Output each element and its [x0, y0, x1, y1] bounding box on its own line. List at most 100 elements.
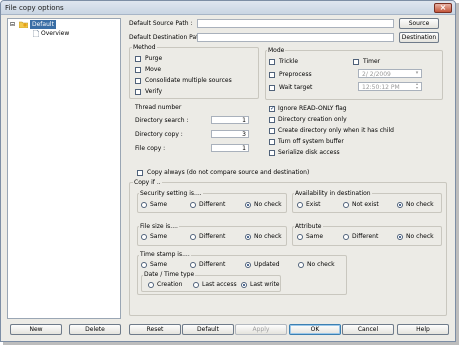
directory-creation-only-checkbox[interactable]: [269, 117, 275, 123]
availability-no-check-label: No check: [406, 201, 434, 208]
preprocess-checkbox[interactable]: [269, 72, 275, 78]
delete-button[interactable]: Delete: [69, 324, 121, 335]
security-different-radio[interactable]: [190, 202, 196, 208]
default-button[interactable]: Default: [182, 324, 234, 335]
file-copy-label: File copy :: [135, 145, 166, 152]
attribute-no-check-label: No check: [406, 233, 434, 240]
security-same-radio[interactable]: [141, 202, 147, 208]
purge-checkbox[interactable]: [135, 56, 141, 62]
security-no-check-label: No check: [254, 201, 282, 208]
timestamp-updated-label: Updated: [254, 261, 280, 268]
serialize-disk-checkbox[interactable]: [269, 150, 275, 156]
source-path-input[interactable]: [197, 19, 394, 28]
move-checkbox[interactable]: [135, 67, 141, 73]
timestamp-updated-radio[interactable]: [245, 262, 251, 268]
file-copy-input[interactable]: 1: [211, 144, 249, 152]
timestamp-same-radio[interactable]: [141, 262, 147, 268]
trickle-label: Trickle: [279, 58, 299, 65]
security-no-check-radio[interactable]: [245, 202, 251, 208]
copy-always-label: Copy always (do not compare source and d…: [147, 169, 310, 176]
title-bar: File copy options ×: [1, 1, 455, 15]
directory-search-input[interactable]: 1: [211, 116, 249, 124]
move-label: Move: [145, 66, 162, 73]
tree-item-overview[interactable]: Overview: [41, 29, 69, 38]
new-button[interactable]: New: [10, 324, 62, 335]
attribute-different-label: Different: [352, 233, 379, 240]
timestamp-no-check-label: No check: [307, 261, 335, 268]
directory-copy-input[interactable]: 3: [211, 130, 249, 138]
verify-checkbox[interactable]: [135, 89, 141, 95]
security-same-label: Same: [150, 201, 168, 208]
availability-not-exist-label: Not exist: [352, 201, 379, 208]
consolidate-label: Consolidate multiple sources: [145, 77, 232, 84]
security-different-label: Different: [199, 201, 226, 208]
timer-label: Timer: [363, 58, 381, 65]
folder-icon: [18, 21, 29, 29]
source-button[interactable]: Source: [399, 18, 439, 29]
window-title: File copy options: [5, 4, 64, 12]
file-size-title: File size is....: [139, 223, 179, 231]
ok-button[interactable]: OK: [289, 324, 341, 335]
ignore-readonly-label: Ignore READ-ONLY flag: [278, 105, 347, 112]
options-tree[interactable]: ⊟ Default Overview: [7, 18, 121, 319]
apply-button[interactable]: Apply: [235, 324, 287, 335]
directory-copy-label: Directory copy :: [135, 131, 183, 138]
calendar-dropdown-icon[interactable]: ▾: [413, 70, 421, 77]
timestamp-different-radio[interactable]: [190, 262, 196, 268]
time-spinner-icon[interactable]: ▴ ▾: [413, 82, 421, 91]
preprocess-label: Preprocess: [279, 71, 312, 78]
directory-creation-only-label: Directory creation only: [278, 116, 347, 123]
datetime-last-access-label: Last access: [202, 281, 237, 288]
datetime-last-access-radio[interactable]: [193, 282, 199, 288]
create-directory-child-checkbox[interactable]: [269, 128, 275, 134]
wait-target-label: Wait target: [279, 84, 313, 91]
tree-expander[interactable]: ⊟: [10, 20, 15, 29]
availability-not-exist-radio[interactable]: [343, 202, 349, 208]
filesize-same-label: Same: [150, 233, 168, 240]
availability-title: Availability in destination: [294, 190, 372, 198]
timestamp-no-check-radio[interactable]: [298, 262, 304, 268]
attribute-title: Attribute: [294, 223, 323, 231]
tree-item-default[interactable]: Default: [30, 20, 56, 29]
attribute-same-radio[interactable]: [297, 234, 303, 240]
timer-checkbox[interactable]: [353, 59, 359, 65]
attribute-different-radio[interactable]: [343, 234, 349, 240]
datetime-creation-label: Creation: [157, 281, 183, 288]
attribute-same-label: Same: [306, 233, 324, 240]
turn-off-buffer-label: Turn off system buffer: [278, 138, 344, 145]
filesize-different-radio[interactable]: [190, 234, 196, 240]
thread-number-title: Thread number: [135, 104, 182, 111]
cancel-button[interactable]: Cancel: [342, 324, 394, 335]
destination-path-label: Default Destination Path :: [129, 34, 207, 41]
file-copy-options-window: File copy options × ⊟ Default Overview D…: [0, 0, 456, 342]
filesize-no-check-radio[interactable]: [245, 234, 251, 240]
document-icon: [32, 29, 40, 38]
copy-always-checkbox[interactable]: [137, 170, 143, 176]
serialize-disk-label: Serialize disk access: [278, 149, 340, 156]
attribute-no-check-radio[interactable]: [397, 234, 403, 240]
datetime-last-write-radio[interactable]: [241, 282, 247, 288]
availability-exist-radio[interactable]: [297, 202, 303, 208]
directory-search-label: Directory search :: [135, 117, 189, 124]
destination-path-input[interactable]: [197, 33, 394, 42]
ignore-readonly-checkbox[interactable]: [269, 105, 275, 113]
trickle-checkbox[interactable]: [269, 59, 275, 65]
turn-off-buffer-checkbox[interactable]: [269, 139, 275, 145]
reset-button[interactable]: Reset: [129, 324, 181, 335]
filesize-no-check-label: No check: [254, 233, 282, 240]
verify-label: Verify: [145, 88, 163, 95]
datetime-last-write-label: Last write: [250, 281, 280, 288]
help-button[interactable]: Help: [397, 324, 449, 335]
method-title: Method: [132, 44, 157, 52]
close-button[interactable]: ×: [434, 3, 452, 13]
consolidate-checkbox[interactable]: [135, 78, 141, 84]
datetime-creation-radio[interactable]: [148, 282, 154, 288]
filesize-different-label: Different: [199, 233, 226, 240]
availability-no-check-radio[interactable]: [397, 202, 403, 208]
source-path-label: Default Source Path :: [129, 20, 193, 27]
destination-button[interactable]: Destination: [399, 32, 439, 43]
filesize-same-radio[interactable]: [141, 234, 147, 240]
timestamp-different-label: Different: [199, 261, 226, 268]
time-stamp-title: Time stamp is....: [139, 251, 191, 259]
wait-target-checkbox[interactable]: [269, 85, 275, 91]
